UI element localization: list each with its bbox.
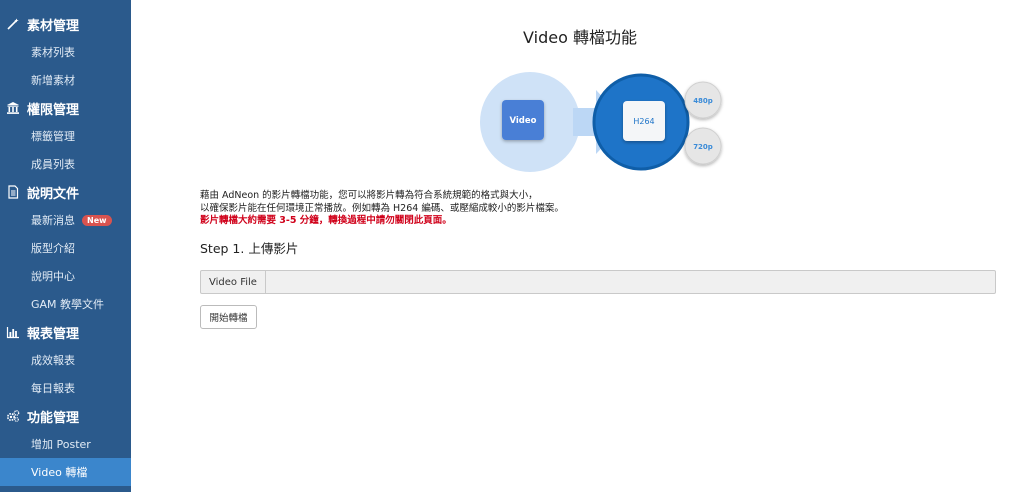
description-line: 藉由 AdNeon 的影片轉檔功能，您可以將影片轉為符合系統規範的格式與大小， xyxy=(200,190,538,201)
sidebar-item-add-material[interactable]: 新增素材 xyxy=(0,66,131,94)
institution-icon xyxy=(7,102,19,114)
h264-box-label: H264 xyxy=(633,117,654,126)
sidebar-section-permission[interactable]: 權限管理 xyxy=(0,94,131,122)
gears-icon xyxy=(6,410,20,422)
bar-chart-icon xyxy=(6,327,19,339)
video-file-button[interactable]: Video File xyxy=(201,271,266,293)
sidebar-item-member-list[interactable]: 成員列表 xyxy=(0,150,131,178)
sidebar-section-reports[interactable]: 報表管理 xyxy=(0,318,131,346)
page-title: Video 轉檔功能 xyxy=(523,28,637,47)
sidebar-item-video-convert[interactable]: Video 轉檔 xyxy=(0,458,131,486)
video-file-input[interactable]: Video File xyxy=(200,270,996,294)
description-line: 以確保影片能在任何環境正常播放。例如轉為 H264 編碼、或壓縮成較小的影片檔案… xyxy=(200,202,564,214)
step-title: Step 1. 上傳影片 xyxy=(200,241,299,256)
conversion-diagram: Video H264 480p 720p xyxy=(480,72,722,172)
sidebar-item-tag-management[interactable]: 標籤管理 xyxy=(0,122,131,150)
sidebar-section-label: 說明文件 xyxy=(27,186,80,202)
sidebar-section-label: 權限管理 xyxy=(27,102,80,118)
sidebar-item-help-center[interactable]: 說明中心 xyxy=(0,262,131,290)
sidebar-item-daily-report[interactable]: 每日報表 xyxy=(0,374,131,402)
sidebar-item-gam-docs[interactable]: GAM 教學文件 xyxy=(0,290,131,318)
sidebar-section-label: 報表管理 xyxy=(27,326,80,342)
sidebar-section-features[interactable]: 功能管理 xyxy=(0,402,131,430)
description: 藉由 AdNeon 的影片轉檔功能，您可以將影片轉為符合系統規範的格式與大小， … xyxy=(200,190,564,228)
sidebar-item-add-poster[interactable]: 增加 Poster xyxy=(0,430,131,458)
sidebar-item-performance-report[interactable]: 成效報表 xyxy=(0,346,131,374)
sidebar-section-label: 功能管理 xyxy=(27,410,80,426)
warning-text: 影片轉檔大約需要 3-5 分鐘，轉換過程中請勿關閉此頁面。 xyxy=(200,215,452,226)
document-icon xyxy=(8,185,19,199)
video-box-label: Video xyxy=(509,116,536,126)
option-720p-label: 720p xyxy=(693,143,713,151)
sidebar-item-latest-news[interactable]: 最新消息 New xyxy=(0,206,131,234)
sidebar-item-layout-intro[interactable]: 版型介紹 xyxy=(0,234,131,262)
sidebar-section-docs[interactable]: 說明文件 xyxy=(0,178,131,206)
start-convert-button[interactable]: 開始轉檔 xyxy=(200,305,257,329)
option-480p-label: 480p xyxy=(693,97,713,105)
new-badge: New xyxy=(82,214,112,226)
sidebar: 素材管理 素材列表 新增素材 權限管理 標籤管理 成員列表 說明文件 最新消息 N… xyxy=(0,0,131,492)
